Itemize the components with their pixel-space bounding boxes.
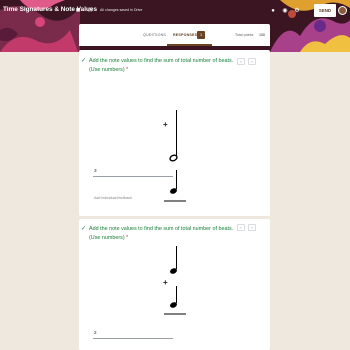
chevron-left-icon[interactable]: ‹ bbox=[237, 58, 245, 65]
plus-sign: + bbox=[163, 278, 168, 287]
tab-questions[interactable]: QUESTIONS bbox=[143, 33, 166, 37]
total-points-value: 100 bbox=[259, 33, 265, 37]
required-marker: * bbox=[126, 235, 129, 241]
save-status: All changes saved in Drive bbox=[100, 8, 143, 12]
question-card-1: ✓ Add the note values to find the sum of… bbox=[79, 50, 270, 216]
plus-sign: + bbox=[163, 120, 168, 129]
answer-underline bbox=[93, 176, 173, 177]
chevron-left-icon[interactable]: ‹ bbox=[237, 224, 245, 231]
answer-value: 3 bbox=[94, 168, 97, 173]
question-text: Add the note values to find the sum of t… bbox=[89, 226, 234, 241]
star-icon[interactable]: ☆ bbox=[85, 6, 95, 16]
add-feedback-link[interactable]: Add individual feedback bbox=[94, 196, 132, 200]
top-bar: Time Signatures & Note Values ■ ☆ All ch… bbox=[0, 0, 350, 24]
total-points-label: Total points: bbox=[235, 33, 255, 37]
palette-icon[interactable]: ● bbox=[268, 6, 278, 16]
active-tab-indicator bbox=[167, 44, 212, 46]
chevron-right-icon[interactable]: › bbox=[248, 58, 256, 65]
half-note-head bbox=[169, 154, 178, 162]
answer-value: 2 bbox=[94, 330, 97, 335]
correct-check-icon: ✓ bbox=[81, 58, 87, 64]
preview-eye-icon[interactable]: ◉ bbox=[280, 6, 290, 16]
question-card-2: ✓ Add the note values to find the sum of… bbox=[79, 219, 270, 350]
response-count-badge: 1 bbox=[197, 31, 205, 39]
notes-image bbox=[164, 110, 186, 202]
send-button[interactable]: SEND bbox=[314, 4, 336, 17]
avatar[interactable] bbox=[338, 6, 347, 15]
notes-image bbox=[164, 246, 186, 315]
chevron-right-icon[interactable]: › bbox=[248, 224, 256, 231]
answer-underline bbox=[93, 338, 173, 339]
question-title: Add the note values to find the sum of t… bbox=[89, 225, 239, 243]
tab-responses[interactable]: RESPONSES bbox=[173, 33, 197, 37]
question-title: Add the note values to find the sum of t… bbox=[89, 57, 239, 75]
required-marker: * bbox=[126, 67, 129, 73]
correct-check-icon: ✓ bbox=[81, 226, 87, 232]
question-text: Add the note values to find the sum of t… bbox=[89, 58, 234, 73]
folder-icon[interactable]: ■ bbox=[73, 6, 83, 16]
settings-gear-icon[interactable]: ⚙ bbox=[292, 6, 302, 16]
